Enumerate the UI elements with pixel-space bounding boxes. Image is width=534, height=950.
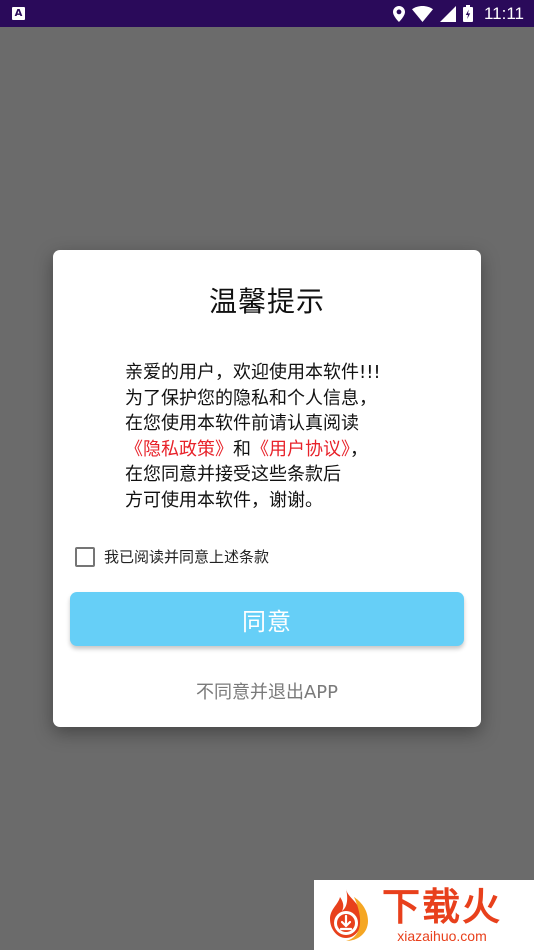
agree-checkbox[interactable] (75, 546, 95, 567)
status-icons: 11:11 (392, 3, 524, 24)
watermark-url: xiazaihuo.com (397, 928, 487, 944)
body-line-4: 《隐私政策》和《用户协议》， (125, 437, 425, 463)
agree-checkbox-label: 我已阅读并同意上述条款 (104, 548, 270, 566)
watermark-cn: 下载火 (382, 885, 503, 929)
body-line-3: 在您使用本软件前请认真阅读 (125, 413, 359, 434)
body-line-6: 方可使用本软件，谢谢。 (125, 489, 323, 511)
app-notification-icon: A (12, 7, 25, 20)
status-bar: A 11:11 (0, 0, 534, 27)
body-line-5: 在您同意并接受这些条款后 (125, 464, 341, 485)
agree-button[interactable]: 同意 (70, 592, 464, 646)
dialog-title: 温馨提示 (208, 285, 325, 318)
user-agreement-link[interactable]: 《用户协议》 (251, 439, 350, 460)
location-icon (392, 5, 405, 22)
body-line-1: 亲爱的用户，欢迎使用本软件!!! (125, 362, 381, 383)
watermark: 下载火 xiazaihuo.com (314, 880, 534, 950)
privacy-dialog: 温馨提示 亲爱的用户，欢迎使用本软件!!! 为了保护您的隐私和个人信息， 在您使… (53, 250, 481, 727)
and-text: 和 (233, 438, 251, 460)
status-time: 11:11 (483, 3, 524, 23)
body-line-2: 为了保护您的隐私和个人信息， (125, 387, 377, 409)
disagree-exit-link[interactable]: 不同意并退出APP (53, 678, 481, 704)
signal-icon (439, 5, 456, 22)
flame-logo-icon (330, 889, 368, 941)
agree-checkbox-row[interactable]: 我已阅读并同意上述条款 (75, 546, 269, 567)
dialog-body: 亲爱的用户，欢迎使用本软件!!! 为了保护您的隐私和个人信息， 在您使用本软件前… (125, 360, 425, 513)
battery-icon (462, 5, 473, 22)
comma-text: ， (350, 438, 368, 460)
wifi-icon (411, 5, 433, 22)
watermark-text: 下载火 xiazaihuo.com (382, 886, 502, 944)
privacy-policy-link[interactable]: 《隐私政策》 (125, 439, 233, 460)
